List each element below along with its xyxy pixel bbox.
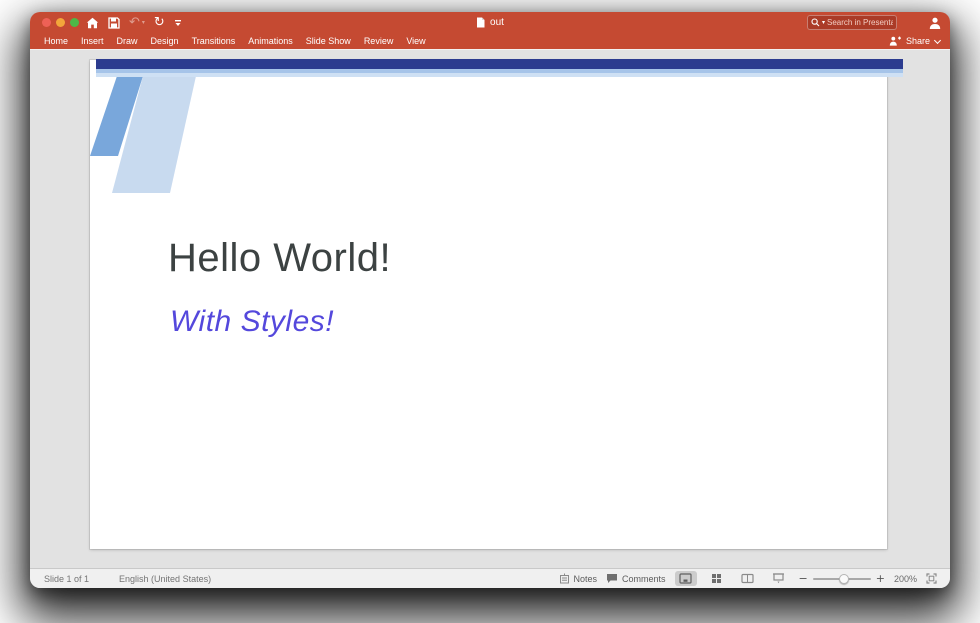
comments-label: Comments [622,573,666,584]
titlebar: ↶ ▾ ↻ out ▾ [30,12,950,33]
desktop-background: ↶ ▾ ↻ out ▾ Search in Presentation Home … [0,0,980,623]
document-name: out [490,17,504,28]
notes-label: Notes [573,573,598,584]
tab-insert[interactable]: Insert [81,36,104,46]
document-icon [476,17,485,28]
zoom-slider-thumb[interactable] [838,573,849,584]
language-indicator[interactable]: English (United States) [119,574,211,584]
powerpoint-window: ↶ ▾ ↻ out ▾ Search in Presentation Home … [30,12,950,588]
decor-bar-navy [96,59,903,69]
zoom-out-button[interactable]: − [799,573,808,584]
zoom-percentage[interactable]: 200% [894,574,917,584]
slide-sorter-view-button[interactable] [706,571,728,586]
tab-home[interactable]: Home [44,36,68,46]
search-input[interactable] [827,18,893,27]
fit-slide-to-window-icon[interactable] [926,573,937,584]
reading-view-icon [741,573,754,584]
tab-design[interactable]: Design [151,36,179,46]
reading-view-button[interactable] [737,571,759,586]
search-icon [811,18,820,27]
slide-counter: Slide 1 of 1 [44,573,90,584]
tab-transitions[interactable]: Transitions [192,36,236,46]
status-bar: Slide 1 of 1 English (United States) Not… [30,568,950,588]
tab-slide-show[interactable]: Slide Show [306,36,351,46]
normal-view-button[interactable] [674,571,697,586]
slide-title-textbox[interactable]: Hello World! [168,236,391,281]
slide-canvas[interactable]: Hello World! With Styles! [90,60,887,549]
slide-show-icon [772,573,785,584]
normal-view-icon [679,573,692,584]
tab-review[interactable]: Review [364,36,394,46]
share-person-plus-icon [889,36,901,46]
slide-workspace: Hello World! With Styles! [30,49,950,568]
notes-button[interactable]: Notes [559,573,598,584]
comments-button[interactable]: Comments [606,573,666,584]
notes-icon [559,573,570,584]
share-button[interactable]: Share [889,33,942,49]
share-label: Share [905,36,930,46]
ribbon-tab-row: Home Insert Draw Design Transitions Anim… [30,33,950,49]
profile-icon[interactable] [928,16,942,30]
tab-animations[interactable]: Animations [248,36,293,46]
slide-show-view-button[interactable] [768,571,790,586]
search-box[interactable]: ▾ [807,15,897,30]
search-scope-dropdown-icon[interactable]: ▾ [822,19,825,26]
tab-view[interactable]: View [406,36,425,46]
slide-sorter-icon [711,573,722,584]
zoom-slider[interactable] [812,573,871,584]
tab-draw[interactable]: Draw [117,36,138,46]
share-chevron-down-icon [933,36,942,44]
zoom-in-button[interactable]: + [876,573,885,584]
decor-band-light-blue [96,72,903,77]
comments-icon [606,573,618,584]
slide-subtitle-textbox[interactable]: With Styles! [170,305,334,339]
